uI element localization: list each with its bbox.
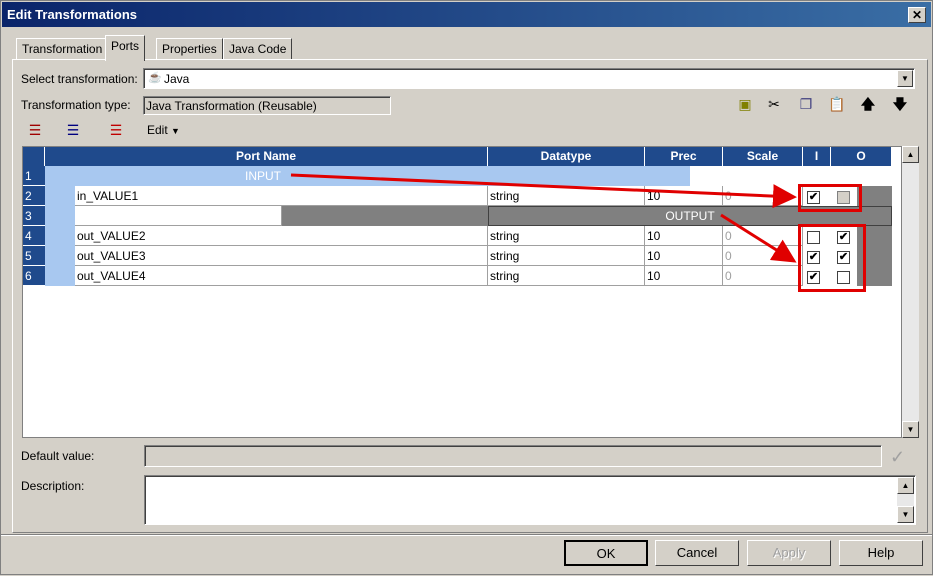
- ok-button[interactable]: OK: [564, 540, 648, 566]
- arrow-input: [290, 173, 797, 209]
- description-field[interactable]: ▲ ▼: [144, 475, 916, 525]
- edit-transformations-window: Edit Transformations ✕ Transformation Po…: [0, 0, 933, 575]
- checkmark-icon[interactable]: ✓: [890, 447, 905, 468]
- help-button[interactable]: Help: [839, 540, 923, 566]
- apply-button[interactable]: Apply: [747, 540, 831, 566]
- bottom-divider: [1, 534, 932, 536]
- tab-ports[interactable]: Ports: [105, 35, 146, 61]
- arrow-output: [720, 213, 797, 263]
- scroll-down-icon[interactable]: ▼: [897, 506, 914, 523]
- description-label: Description:: [21, 479, 85, 493]
- cancel-button[interactable]: Cancel: [655, 540, 739, 566]
- default-value-field[interactable]: [144, 445, 882, 467]
- description-scrollbar[interactable]: ▲ ▼: [897, 477, 914, 523]
- scroll-up-icon[interactable]: ▲: [897, 477, 914, 494]
- default-value-label: Default value:: [21, 449, 95, 463]
